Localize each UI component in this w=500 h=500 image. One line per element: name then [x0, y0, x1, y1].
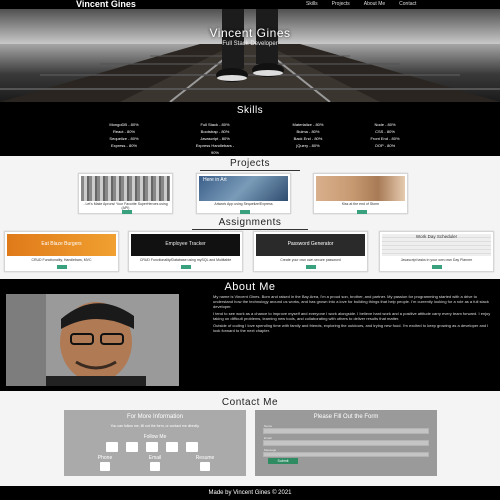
hero-title: Vincent Gines — [209, 26, 291, 40]
contact-info-panel: For More Information You can follow me, … — [64, 410, 246, 476]
assignment-caption: Create your own own secure password — [280, 258, 341, 262]
skill-item: Express - 80% — [110, 143, 137, 148]
skill-item: Front End - 80% — [370, 136, 400, 141]
assignment-thumb-title: Password Generator — [287, 241, 334, 247]
contact-title: Contact Me — [221, 397, 279, 408]
github-icon[interactable] — [126, 442, 138, 452]
bio-paragraph: I tend to see work as a chance to improv… — [213, 310, 491, 321]
skill-item: React - 80% — [112, 129, 135, 134]
project-view-button[interactable] — [122, 210, 132, 214]
project-caption: Artwork App using Sequelize/Express — [214, 202, 273, 206]
skills-section: Skills MongoDB - 80% React - 80% Sequeli… — [0, 102, 500, 156]
nav-link-contact[interactable]: Contact — [399, 1, 416, 7]
assignment-thumb-title: Employee Tracker — [165, 241, 206, 247]
bio-paragraph: Outside of coding I love spending time w… — [213, 322, 489, 333]
bio-paragraph: My name is Vincent Gines. Born and raise… — [213, 294, 489, 309]
skill-item: OOP - 80% — [374, 143, 396, 148]
hero-subtitle: Full Stack Developer — [222, 41, 278, 47]
assignment-caption: CRUD Functionality/Database using mySQL … — [139, 258, 232, 262]
linkedin-icon[interactable] — [106, 442, 118, 452]
assignments-divider — [192, 229, 308, 230]
skill-item: Javascript - 80% — [200, 136, 230, 141]
project-thumb-overlay: Here in Art — [203, 177, 227, 183]
project-thumbnail — [81, 176, 170, 201]
portfolio-page: Vincent Gines Skills Projects About Me C… — [0, 0, 500, 500]
assignments-title: Assignments — [218, 217, 282, 228]
nav-link-skills[interactable]: Skills — [306, 1, 318, 7]
message-field[interactable] — [263, 452, 429, 457]
top-navbar: Vincent Gines Skills Projects About Me C… — [0, 0, 500, 9]
about-title: About Me — [224, 281, 276, 293]
assignment-view-button[interactable] — [57, 265, 67, 269]
contact-info-text: You can follow me, fill out the form, or… — [110, 424, 200, 428]
form-header: Please Fill Out the Form — [313, 414, 379, 420]
submit-button[interactable]: Submit — [268, 458, 298, 464]
instagram-icon[interactable] — [166, 442, 178, 452]
assignment-caption: CRUD Functionality, Handlebars, MVC — [31, 258, 92, 262]
skill-item: Full Stack - 80% — [200, 122, 230, 127]
skill-item: CSS - 80% — [375, 129, 395, 134]
project-caption: Kiss at the end of Storm — [341, 202, 380, 206]
assignment-card-3[interactable]: Password Generator Create your own own s… — [253, 231, 368, 272]
name-field[interactable] — [263, 428, 429, 434]
project-thumbnail — [316, 176, 405, 201]
assignment-view-button[interactable] — [181, 265, 191, 269]
assignment-card-2[interactable]: Employee Tracker CRUD Functionality/Data… — [128, 231, 243, 272]
skill-item: Bulma - 80% — [296, 129, 320, 134]
assignment-thumb-title: Work Day Scheduler — [415, 234, 458, 239]
hero-banner: Vincent Gines Full Stack Developer — [0, 9, 500, 102]
skill-item: Bootstrap - 80% — [200, 129, 230, 134]
brand-name[interactable]: Vincent Gines — [76, 0, 136, 9]
skill-item: Express Handlebars - — [195, 143, 235, 148]
facebook-icon[interactable] — [186, 442, 198, 452]
assignment-view-button[interactable] — [306, 265, 316, 269]
project-card-1[interactable]: - Let's Make Aprons! Your Favorite Super… — [78, 173, 173, 214]
skill-item: Materialize - 80% — [292, 122, 324, 127]
nav-link-projects[interactable]: Projects — [332, 1, 350, 7]
twitter-icon[interactable] — [146, 442, 158, 452]
about-bio: My name is Vincent Gines. Born and raise… — [213, 294, 495, 336]
skills-column-2: Full Stack - 80% Bootstrap - 80% Javascr… — [170, 121, 260, 156]
assignment-view-button[interactable] — [432, 265, 442, 269]
project-card-3[interactable]: Kiss at the end of Storm — [313, 173, 408, 214]
skill-item: jQuery - 80% — [296, 143, 320, 148]
nav-link-about[interactable]: About Me — [364, 1, 385, 7]
footer: Made by Vincent Gines © 2021 — [0, 486, 500, 500]
assignment-thumb-title: Eat Blaze Burgers — [41, 241, 82, 247]
email-icon[interactable] — [150, 462, 160, 471]
assignment-caption: Javascript tasks in your own own Day Pla… — [400, 258, 473, 262]
profile-photo — [6, 294, 179, 386]
email-field[interactable] — [263, 440, 429, 446]
skill-item: 90% — [210, 150, 219, 155]
skill-item: Sequelize - 80% — [109, 136, 139, 141]
project-card-2[interactable]: Here in Art Artwork App using Sequelize/… — [196, 173, 291, 214]
project-view-button[interactable] — [357, 210, 367, 214]
assignment-card-4[interactable]: Work Day Scheduler Javascript tasks in y… — [379, 231, 494, 272]
project-caption: - Let's Make Aprons! Your Favorite Super… — [83, 202, 168, 210]
skills-title: Skills — [236, 105, 264, 116]
follow-me-label: Follow Me — [143, 434, 167, 440]
hero-railroad-image — [0, 9, 500, 102]
contact-form-panel: Please Fill Out the Form Name Email Mess… — [255, 410, 437, 476]
skill-item: MongoDB - 80% — [109, 122, 139, 127]
assignment-card-1[interactable]: Eat Blaze Burgers CRUD Functionality, Ha… — [4, 231, 119, 272]
projects-title: Projects — [229, 158, 271, 169]
phone-icon[interactable] — [100, 462, 110, 471]
contact-info-header: For More Information — [126, 414, 184, 420]
skills-column-1: MongoDB - 80% React - 80% Sequelize - 80… — [84, 121, 164, 149]
resume-icon[interactable] — [200, 462, 210, 471]
skills-column-4: Node - 80% CSS - 80% Front End - 80% OOP… — [350, 121, 420, 149]
nav-links: Skills Projects About Me Contact — [306, 1, 416, 7]
projects-divider — [200, 170, 300, 171]
skills-column-3: Materialize - 80% Bulma - 80% Back End -… — [268, 121, 348, 149]
skill-item: Node - 80% — [374, 122, 396, 127]
skill-item: Back End - 80% — [293, 136, 323, 141]
project-view-button[interactable] — [240, 210, 250, 214]
about-section: About Me My name is Vincent Gines. Born … — [0, 279, 500, 391]
